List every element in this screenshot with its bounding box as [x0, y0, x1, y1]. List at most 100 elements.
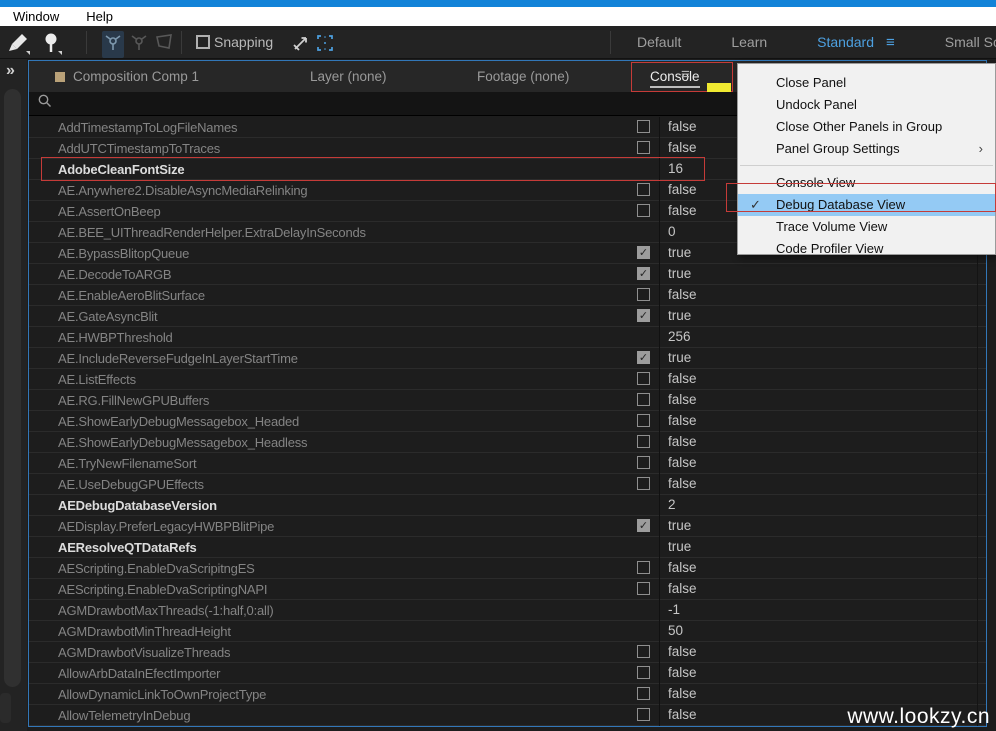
- table-row[interactable]: AGMDrawbotVisualizeThreads false: [29, 642, 986, 663]
- setting-checkbox[interactable]: ✓: [637, 267, 650, 280]
- setting-value[interactable]: -1: [668, 602, 680, 617]
- panel-tab-console[interactable]: Console: [650, 61, 700, 92]
- setting-checkbox[interactable]: [637, 708, 650, 721]
- setting-checkbox[interactable]: ✓: [637, 246, 650, 259]
- table-row[interactable]: AE.ShowEarlyDebugMessagebox_Headed false: [29, 411, 986, 432]
- setting-checkbox[interactable]: [637, 582, 650, 595]
- setting-value[interactable]: false: [668, 371, 697, 386]
- snapping-checkbox[interactable]: [196, 35, 210, 49]
- setting-value[interactable]: true: [668, 245, 691, 260]
- scrollbar-stub[interactable]: [0, 693, 11, 723]
- setting-value[interactable]: true: [668, 539, 691, 554]
- table-row[interactable]: AE.HWBPThreshold 256: [29, 327, 986, 348]
- setting-value[interactable]: false: [668, 686, 697, 701]
- brush-tool-icon[interactable]: [6, 31, 30, 60]
- setting-value[interactable]: false: [668, 203, 697, 218]
- menu-item-console-view[interactable]: Console View: [738, 172, 995, 194]
- setting-checkbox[interactable]: [637, 456, 650, 469]
- setting-value[interactable]: true: [668, 518, 691, 533]
- pan-camera-icon[interactable]: [128, 31, 150, 58]
- table-row[interactable]: AEScripting.EnableDvaScriptingNAPI false: [29, 579, 986, 600]
- setting-value[interactable]: false: [668, 560, 697, 575]
- setting-checkbox[interactable]: ✓: [637, 309, 650, 322]
- table-row[interactable]: AE.EnableAeroBlitSurface false: [29, 285, 986, 306]
- table-row[interactable]: AllowArbDataInEfectImporter false: [29, 663, 986, 684]
- setting-checkbox[interactable]: [637, 141, 650, 154]
- table-row[interactable]: AE.GateAsyncBlit ✓ true: [29, 306, 986, 327]
- setting-value[interactable]: 0: [668, 224, 676, 239]
- setting-checkbox[interactable]: ✓: [637, 519, 650, 532]
- setting-checkbox[interactable]: [637, 435, 650, 448]
- menu-item-undock-panel[interactable]: Undock Panel: [738, 94, 995, 116]
- pin-tool-icon[interactable]: [40, 31, 62, 60]
- setting-checkbox[interactable]: [637, 414, 650, 427]
- panel-tab-composition-comp-1[interactable]: Composition Comp 1: [55, 61, 199, 92]
- table-row[interactable]: AllowTelemetryInDebug false: [29, 705, 986, 726]
- orbit-camera-icon[interactable]: [102, 31, 124, 58]
- table-row[interactable]: AEDebugDatabaseVersion 2: [29, 495, 986, 516]
- setting-value[interactable]: false: [668, 287, 697, 302]
- menu-item-panel-group-settings[interactable]: Panel Group Settings ›: [738, 138, 995, 160]
- collapse-chevrons-icon[interactable]: »: [6, 62, 15, 80]
- region-grid-icon[interactable]: [315, 33, 335, 58]
- table-row[interactable]: AGMDrawbotMinThreadHeight 50: [29, 621, 986, 642]
- setting-value[interactable]: 2: [668, 497, 676, 512]
- setting-value[interactable]: false: [668, 665, 697, 680]
- panel-menu-hamburger-icon[interactable]: ≡: [681, 66, 690, 83]
- snap-arrow-icon[interactable]: [292, 33, 312, 58]
- table-row[interactable]: AGMDrawbotMaxThreads(-1:half,0:all) -1: [29, 600, 986, 621]
- setting-checkbox[interactable]: [637, 561, 650, 574]
- table-row[interactable]: AEResolveQTDataRefs true: [29, 537, 986, 558]
- menu-item-close-other-panels-in-group[interactable]: Close Other Panels in Group: [738, 116, 995, 138]
- setting-value[interactable]: false: [668, 455, 697, 470]
- table-row[interactable]: AE.TryNewFilenameSort false: [29, 453, 986, 474]
- setting-checkbox[interactable]: [637, 120, 650, 133]
- setting-checkbox[interactable]: [637, 288, 650, 301]
- setting-checkbox[interactable]: [637, 477, 650, 490]
- table-row[interactable]: AEDisplay.PreferLegacyHWBPBlitPipe ✓ true: [29, 516, 986, 537]
- setting-checkbox[interactable]: [637, 372, 650, 385]
- setting-value[interactable]: true: [668, 350, 691, 365]
- setting-value[interactable]: false: [668, 581, 697, 596]
- dolly-camera-icon[interactable]: [153, 31, 175, 58]
- menu-help[interactable]: Help: [86, 9, 113, 24]
- setting-checkbox[interactable]: [637, 393, 650, 406]
- setting-value[interactable]: false: [668, 392, 697, 407]
- setting-value[interactable]: 256: [668, 329, 691, 344]
- menu-item-code-profiler-view[interactable]: Code Profiler View: [738, 238, 995, 260]
- menu-item-trace-volume-view[interactable]: Trace Volume View: [738, 216, 995, 238]
- setting-value[interactable]: false: [668, 434, 697, 449]
- setting-checkbox[interactable]: ✓: [637, 351, 650, 364]
- setting-checkbox[interactable]: [637, 204, 650, 217]
- table-row[interactable]: AE.DecodeToARGB ✓ true: [29, 264, 986, 285]
- table-row[interactable]: AE.IncludeReverseFudgeInLayerStartTime ✓ t…: [29, 348, 986, 369]
- setting-value[interactable]: 16: [668, 161, 683, 176]
- workspace-tab-small-scr[interactable]: Small Scr: [945, 34, 996, 50]
- setting-value[interactable]: true: [668, 266, 691, 281]
- menu-item-close-panel[interactable]: Close Panel: [738, 72, 995, 94]
- menu-window[interactable]: Window: [13, 9, 59, 24]
- table-row[interactable]: AE.RG.FillNewGPUBuffers false: [29, 390, 986, 411]
- setting-value[interactable]: 50: [668, 623, 683, 638]
- setting-value[interactable]: false: [668, 413, 697, 428]
- setting-value[interactable]: true: [668, 308, 691, 323]
- table-row[interactable]: AllowDynamicLinkToOwnProjectType false: [29, 684, 986, 705]
- table-row[interactable]: AE.ListEffects false: [29, 369, 986, 390]
- workspace-tab-default[interactable]: Default: [637, 34, 681, 50]
- workspace-tab-standard[interactable]: Standard ≡: [817, 34, 895, 51]
- setting-value[interactable]: false: [668, 182, 697, 197]
- setting-value[interactable]: false: [668, 140, 697, 155]
- setting-checkbox[interactable]: [637, 687, 650, 700]
- workspace-tab-learn[interactable]: Learn: [731, 34, 767, 50]
- panel-tab-layer-none[interactable]: Layer (none): [310, 61, 387, 92]
- setting-checkbox[interactable]: [637, 183, 650, 196]
- table-row[interactable]: AE.UseDebugGPUEffects false: [29, 474, 986, 495]
- setting-value[interactable]: false: [668, 707, 697, 722]
- vertical-scrollbar[interactable]: [4, 89, 21, 687]
- panel-tab-footage-none[interactable]: Footage (none): [477, 61, 569, 92]
- setting-value[interactable]: false: [668, 476, 697, 491]
- setting-checkbox[interactable]: [637, 645, 650, 658]
- table-row[interactable]: AE.ShowEarlyDebugMessagebox_Headless fals…: [29, 432, 986, 453]
- setting-value[interactable]: false: [668, 119, 697, 134]
- workspace-menu-icon[interactable]: ≡: [886, 34, 895, 51]
